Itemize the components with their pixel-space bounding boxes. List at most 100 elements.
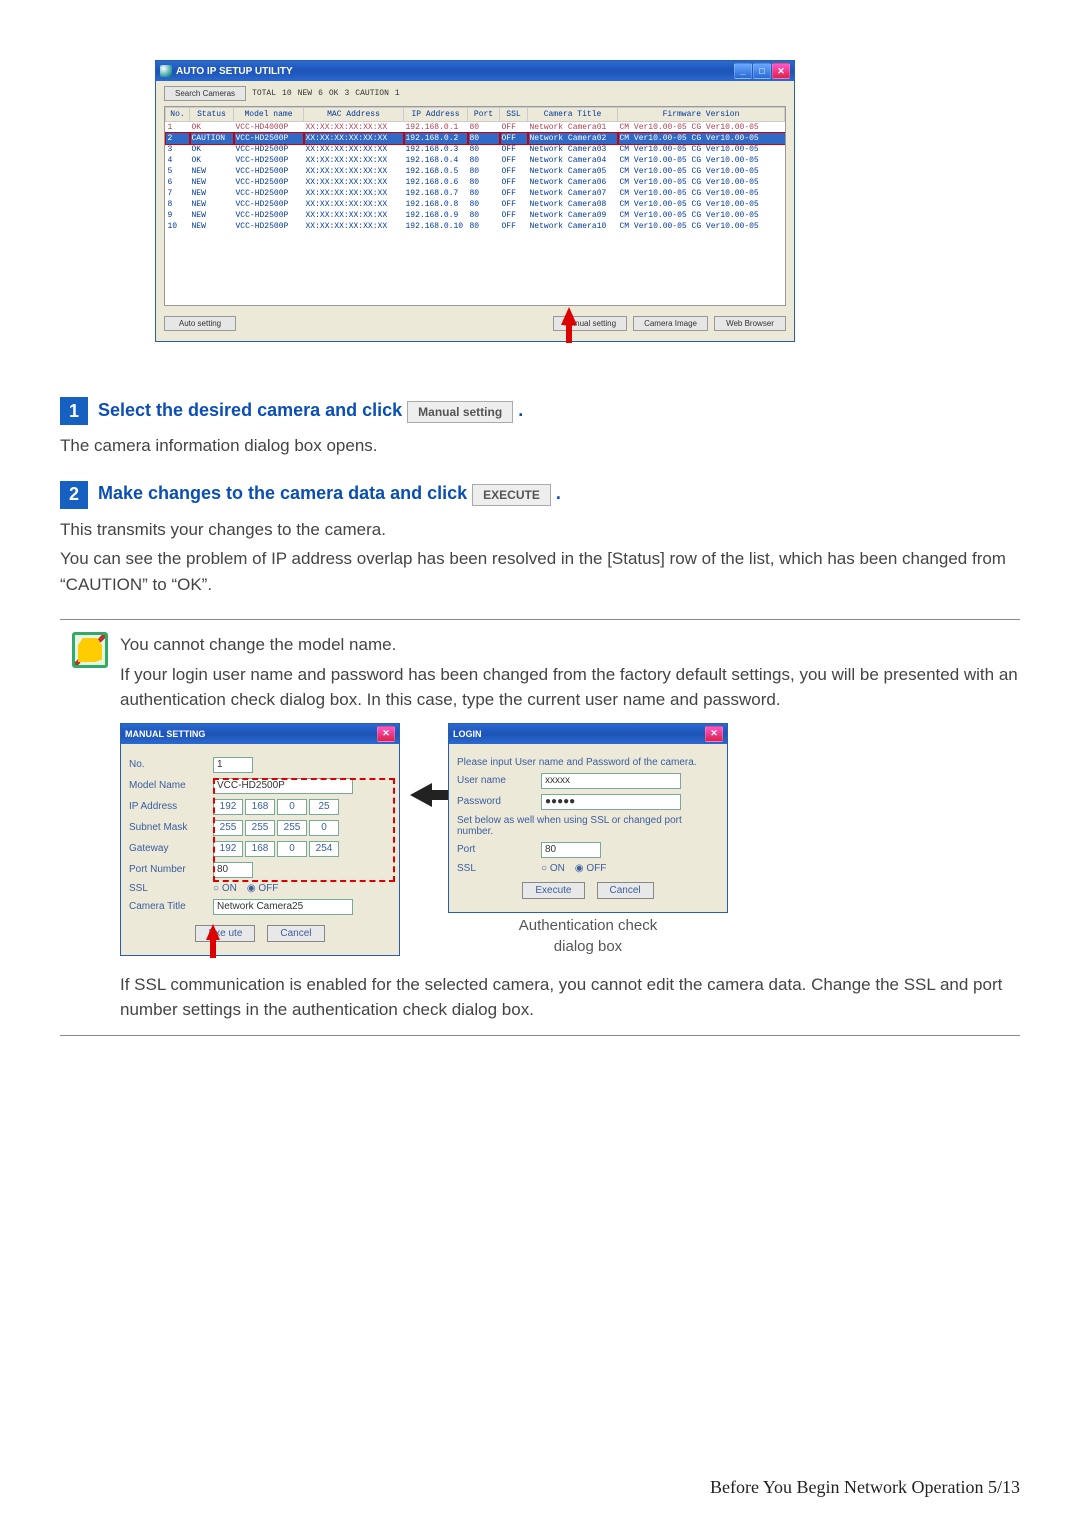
- stat-ok-label: OK: [329, 89, 339, 98]
- column-header[interactable]: MAC Address: [304, 108, 404, 122]
- web-browser-button[interactable]: Web Browser: [714, 316, 786, 331]
- stat-new: 6: [318, 89, 323, 98]
- step-1-tail: .: [518, 400, 523, 420]
- table-row[interactable]: 8NEWVCC-HD2500PXX:XX:XX:XX:XX:XX192.168.…: [166, 199, 785, 210]
- app-icon: [160, 65, 172, 77]
- stat-caution-label: CAUTION: [355, 89, 389, 98]
- step-2-text: Make changes to the camera data and clic…: [98, 483, 472, 503]
- stat-ok: 3: [344, 89, 349, 98]
- table-row[interactable]: 3OKVCC-HD2500PXX:XX:XX:XX:XX:XX192.168.0…: [166, 144, 785, 155]
- step-2-body1: This transmits your changes to the camer…: [60, 517, 1020, 543]
- close-icon[interactable]: ✕: [377, 726, 395, 742]
- note-p2: If your login user name and password has…: [120, 662, 1020, 713]
- camera-title-label: Camera Title: [129, 901, 207, 912]
- step-number-badge: 1: [60, 397, 88, 425]
- subnet-mask-label: Subnet Mask: [129, 822, 207, 833]
- auth-caption2: dialog box: [448, 938, 728, 955]
- table-row[interactable]: 4OKVCC-HD2500PXX:XX:XX:XX:XX:XX192.168.0…: [166, 155, 785, 166]
- login-subnote: Set below as well when using SSL or chan…: [457, 815, 719, 837]
- window-titlebar: AUTO IP SETUP UTILITY _ □ ✕: [156, 61, 794, 81]
- port-label: Port: [457, 844, 535, 855]
- no-label: No.: [129, 759, 207, 770]
- note-pencil-icon: [72, 632, 108, 668]
- model-name-label: Model Name: [129, 780, 207, 791]
- auto-setting-button[interactable]: Auto setting: [164, 316, 236, 331]
- toolbar: Search Cameras TOTAL 10 NEW 6 OK 3 CAUTI…: [156, 81, 794, 106]
- search-cameras-button[interactable]: Search Cameras: [164, 86, 246, 101]
- step-2-tail: .: [556, 483, 561, 503]
- step-2-body2: You can see the problem of IP address ov…: [60, 546, 1020, 597]
- ssl-label: SSL: [129, 883, 207, 894]
- table-row[interactable]: 10NEWVCC-HD2500PXX:XX:XX:XX:XX:XX192.168…: [166, 221, 785, 232]
- note-p1: You cannot change the model name.: [120, 632, 1020, 658]
- auto-ip-setup-window: AUTO IP SETUP UTILITY _ □ ✕ Search Camer…: [155, 60, 795, 342]
- arrow-to-execute-icon: [206, 924, 220, 940]
- table-row[interactable]: 2CAUTIONVCC-HD2500PXX:XX:XX:XX:XX:XX192.…: [166, 133, 785, 144]
- table-row[interactable]: 7NEWVCC-HD2500PXX:XX:XX:XX:XX:XX192.168.…: [166, 188, 785, 199]
- dialogs-row: MANUAL SETTING ✕ No.1 Model NameVCC-HD25…: [120, 723, 1020, 956]
- minimize-button[interactable]: _: [734, 63, 752, 79]
- highlight-box-icon: [213, 778, 395, 882]
- dialog-title: LOGIN: [453, 729, 482, 739]
- column-header[interactable]: IP Address: [404, 108, 468, 122]
- table-row[interactable]: 5NEWVCC-HD2500PXX:XX:XX:XX:XX:XX192.168.…: [166, 166, 785, 177]
- stat-new-label: NEW: [298, 89, 312, 98]
- column-header[interactable]: Status: [190, 108, 234, 122]
- column-header[interactable]: Model name: [234, 108, 304, 122]
- table-row[interactable]: 9NEWVCC-HD2500PXX:XX:XX:XX:XX:XX192.168.…: [166, 210, 785, 221]
- step-number-badge: 2: [60, 481, 88, 509]
- table-row[interactable]: 1OKVCC-HD4000PXX:XX:XX:XX:XX:XX192.168.0…: [166, 122, 785, 134]
- manual-setting-dialog: MANUAL SETTING ✕ No.1 Model NameVCC-HD25…: [120, 723, 400, 956]
- user-name-label: User name: [457, 775, 535, 786]
- stat-total-label: TOTAL: [252, 89, 276, 98]
- password-label: Password: [457, 796, 535, 807]
- camera-image-button[interactable]: Camera Image: [633, 316, 708, 331]
- inline-execute-button: EXECUTE: [472, 484, 551, 506]
- dialog-title: MANUAL SETTING: [125, 729, 205, 739]
- inline-manual-setting-button: Manual setting: [407, 401, 513, 423]
- auth-caption1: Authentication check: [448, 917, 728, 934]
- cancel-button[interactable]: Cancel: [597, 882, 654, 899]
- ssl-radio[interactable]: ONOFF: [213, 883, 278, 894]
- dialog-titlebar: MANUAL SETTING ✕: [121, 724, 399, 744]
- maximize-button[interactable]: □: [753, 63, 771, 79]
- ssl-radio[interactable]: ONOFF: [541, 863, 606, 874]
- stat-caution: 1: [395, 89, 400, 98]
- password-field[interactable]: ●●●●●: [541, 794, 681, 810]
- camera-list[interactable]: No.StatusModel nameMAC AddressIP Address…: [164, 106, 786, 306]
- arrow-left-icon: [410, 783, 432, 807]
- close-button[interactable]: ✕: [772, 63, 790, 79]
- column-header[interactable]: SSL: [500, 108, 528, 122]
- column-header[interactable]: Port: [468, 108, 500, 122]
- stat-total: 10: [282, 89, 292, 98]
- ssl-label: SSL: [457, 863, 535, 874]
- note-block: You cannot change the model name. If you…: [60, 619, 1020, 1036]
- close-icon[interactable]: ✕: [705, 726, 723, 742]
- page-footer: Before You Begin Network Operation 5/13: [710, 1477, 1020, 1498]
- user-name-field[interactable]: xxxxx: [541, 773, 681, 789]
- step-1-text: Select the desired camera and click: [98, 400, 407, 420]
- camera-title-field[interactable]: Network Camera25: [213, 899, 353, 915]
- bottom-button-row: Auto setting Manual setting Camera Image…: [156, 306, 794, 341]
- step-2-heading: 2 Make changes to the camera data and cl…: [60, 481, 1020, 509]
- execute-button[interactable]: Execute: [522, 882, 584, 899]
- no-field[interactable]: 1: [213, 757, 253, 773]
- login-dialog: LOGIN ✕ Please input User name and Passw…: [448, 723, 728, 913]
- login-prompt: Please input User name and Password of t…: [457, 757, 697, 768]
- column-header[interactable]: No.: [166, 108, 190, 122]
- column-header[interactable]: Camera Title: [528, 108, 618, 122]
- column-header[interactable]: Firmware Version: [618, 108, 785, 122]
- arrow-to-manual-setting-icon: [561, 307, 577, 325]
- execute-button[interactable]: Exe ute: [195, 925, 255, 942]
- dialog-titlebar: LOGIN ✕: [449, 724, 727, 744]
- cancel-button[interactable]: Cancel: [267, 925, 324, 942]
- window-title: AUTO IP SETUP UTILITY: [176, 66, 293, 77]
- note-p3: If SSL communication is enabled for the …: [120, 972, 1020, 1023]
- table-row[interactable]: 6NEWVCC-HD2500PXX:XX:XX:XX:XX:XX192.168.…: [166, 177, 785, 188]
- port-field[interactable]: 80: [541, 842, 601, 858]
- step-1-body: The camera information dialog box opens.: [60, 433, 1020, 459]
- step-1-heading: 1 Select the desired camera and click Ma…: [60, 397, 1020, 425]
- port-number-label: Port Number: [129, 864, 207, 875]
- ip-address-label: IP Address: [129, 801, 207, 812]
- gateway-label: Gateway: [129, 843, 207, 854]
